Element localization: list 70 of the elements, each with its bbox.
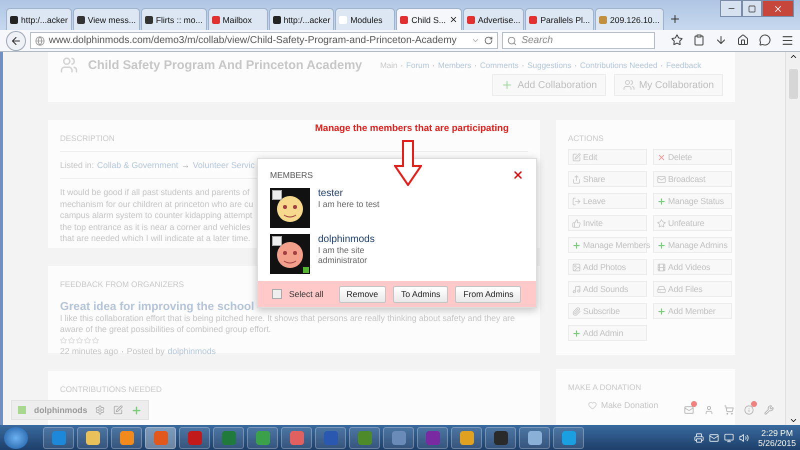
action-button[interactable]: Add Photos: [568, 259, 647, 275]
action-button[interactable]: Broadcast: [653, 171, 732, 187]
category-link[interactable]: Collab & Government: [97, 160, 178, 170]
description-line: It would be good if all past students and parents of: [60, 187, 250, 198]
dialog-button[interactable]: From Admins: [455, 286, 522, 302]
action-button[interactable]: Delete: [653, 149, 732, 165]
browser-tab[interactable]: Mailbox: [208, 8, 268, 30]
chat-user[interactable]: dolphinmods: [34, 405, 88, 415]
nav-separator: ·: [432, 60, 435, 70]
action-button[interactable]: Manage Admins: [653, 237, 732, 253]
nav-link[interactable]: Feedback: [666, 60, 702, 70]
member-name[interactable]: tester: [318, 188, 388, 199]
browser-tab[interactable]: Advertise...: [462, 8, 524, 30]
member-name[interactable]: dolphinmods: [318, 234, 388, 245]
dialog-button[interactable]: Remove: [338, 286, 386, 302]
annotation-text: Manage the members that are participating: [315, 123, 509, 134]
description-line: campus alarm system to counter kidapping attempt: [60, 210, 252, 222]
nav-link[interactable]: Members: [438, 60, 472, 70]
donation-link[interactable]: Make Donation: [601, 400, 658, 410]
action-button[interactable]: Unfeature: [653, 215, 732, 231]
action-button[interactable]: Edit: [568, 149, 647, 165]
nav-separator: ·: [400, 60, 404, 70]
dialog-button[interactable]: To Admins: [393, 286, 448, 302]
browser-tab[interactable]: Parallels Pl...: [525, 8, 594, 30]
description-line: that are needed which I will indicate at a later time.: [60, 233, 250, 244]
description-line: the top entrance as it is near a corner and vehicles: [60, 222, 250, 233]
browser-tab[interactable]: http:/...acker: [268, 8, 334, 30]
collab-button[interactable]: Add Collaboration: [492, 74, 606, 96]
collab-button[interactable]: My Collaboration: [614, 74, 723, 96]
category-link[interactable]: Volunteer Servic: [192, 160, 255, 170]
browser-tab[interactable]: Flirts :: mo...: [140, 8, 207, 30]
action-button[interactable]: Leave: [568, 193, 647, 209]
nav-separator: ·: [660, 60, 664, 70]
arrow-separator: →: [181, 160, 190, 170]
member-about: I am the site administrator: [318, 245, 368, 265]
action-button[interactable]: Add Files: [653, 281, 732, 297]
nav-separator: ·: [522, 60, 524, 70]
nav-link[interactable]: Forum: [406, 60, 430, 70]
action-button[interactable]: Add Videos: [653, 259, 732, 275]
description-line: mechanism for our children at princeton who are cu: [60, 198, 254, 210]
action-button[interactable]: Share: [568, 171, 647, 187]
listed-label: Listed in:: [60, 160, 94, 170]
browser-tab[interactable]: 209.126.10...: [594, 8, 664, 30]
action-button[interactable]: Add Member: [653, 303, 732, 319]
feedback-title[interactable]: Great idea for improving the school: [60, 301, 254, 313]
address-bar[interactable]: www.dolphinmods.com/demo3/m/collab/view/Child-Safety-Program-and-Princeton-Academy: [30, 32, 498, 49]
action-button[interactable]: Subscribe: [568, 303, 647, 319]
browser-tab[interactable]: View mess...: [72, 8, 140, 30]
nav-separator: ·: [474, 60, 477, 70]
action-button[interactable]: Add Admin: [568, 325, 647, 341]
nav-link[interactable]: Suggestions: [527, 60, 572, 70]
author-link[interactable]: dolphinmods: [168, 346, 216, 356]
browser-tab[interactable]: Child S...: [396, 8, 462, 30]
posted-by-text: Posted by: [126, 346, 165, 356]
separator: ·: [121, 346, 124, 356]
nav-link[interactable]: Contributions Needed: [580, 60, 658, 70]
dialog-title: MEMBERS: [270, 170, 313, 180]
action-button[interactable]: Add Sounds: [568, 281, 647, 297]
clock[interactable]: 2:29 PM 5/26/2015: [758, 428, 796, 448]
action-button[interactable]: Manage Status: [653, 193, 732, 209]
member-about: I am here to test: [318, 199, 380, 209]
feedback-text: I like this collaboration effort that is being pitched here. It shows that persons are really thinking about safety and they are aware of the great possibilities of combined group effort.: [60, 313, 516, 335]
search-field[interactable]: Search: [502, 32, 655, 49]
time-text: 22 minutes ago: [60, 346, 118, 356]
select-all-label[interactable]: Select all: [289, 289, 324, 299]
action-button[interactable]: Invite: [568, 215, 647, 231]
browser-tab[interactable]: http:/...acker: [6, 8, 72, 30]
nav-separator: ·: [574, 60, 578, 70]
nav-link[interactable]: Comments: [480, 60, 519, 70]
browser-tab[interactable]: Modules: [335, 8, 396, 30]
